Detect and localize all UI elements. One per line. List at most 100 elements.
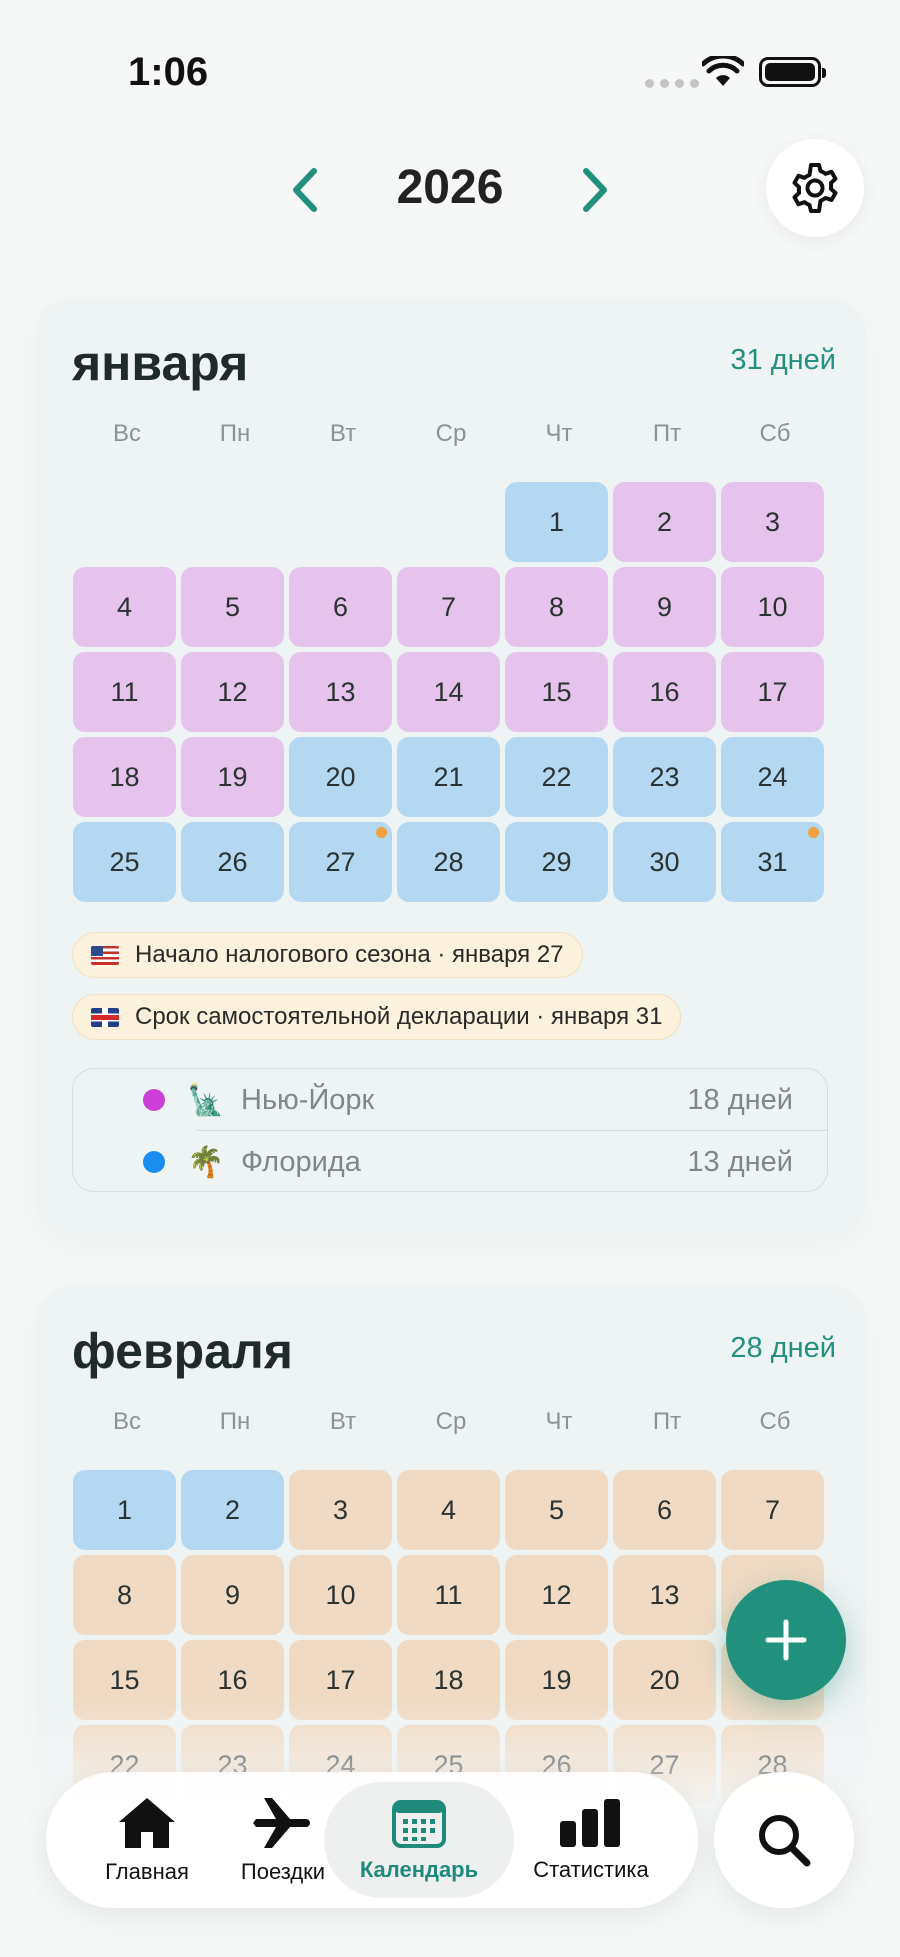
weekday-label: Чт [545,1408,573,1435]
uk-flag-icon [91,1007,119,1027]
weekday-label: Пт [652,420,682,447]
calendar-day[interactable]: 6 [613,1470,716,1550]
day-number: 3 [764,506,781,537]
day-number: 16 [217,1664,248,1695]
day-number: 9 [656,591,673,622]
tab-label: Статистика [533,1857,649,1882]
day-number: 7 [440,591,457,622]
calendar-day[interactable]: 1 [505,482,608,562]
search-button[interactable] [714,1772,854,1908]
calendar-day[interactable]: 3 [721,482,824,562]
calendar-day[interactable]: 7 [721,1470,824,1550]
day-number: 27 [325,846,356,877]
search-icon [759,1815,811,1867]
calendar-day[interactable]: 10 [289,1555,392,1635]
location-color-dot [143,1151,165,1173]
previous-year-button[interactable] [280,164,330,216]
add-trip-button[interactable] [726,1580,846,1700]
calendar-day[interactable]: 12 [181,652,284,732]
calendar-day[interactable]: 16 [613,652,716,732]
year-label: 2026 [396,161,504,214]
day-number: 11 [110,676,139,707]
event-text: Срок самостоятельной декларации · января… [135,1003,663,1030]
day-number: 15 [109,1664,140,1695]
calendar-day[interactable]: 19 [181,737,284,817]
calendar-day[interactable]: 8 [505,567,608,647]
chevron-left-icon [293,168,317,212]
calendar-day[interactable]: 9 [613,567,716,647]
calendar-day[interactable]: 9 [181,1555,284,1635]
day-number: 4 [116,591,133,622]
home-icon [119,1798,175,1848]
day-number: 1 [116,1494,133,1525]
calendar-day[interactable]: 2 [613,482,716,562]
event-chip[interactable]: Срок самостоятельной декларации · января… [72,994,682,1040]
calendar-day[interactable]: 5 [181,567,284,647]
calendar-day[interactable]: 20 [289,737,392,817]
day-number: 10 [757,591,788,622]
status-bar: 1:06 [0,0,900,140]
summary-row-new-york[interactable]: 🗽 Нью-Йорк 18 дней [73,1069,827,1131]
day-number: 17 [325,1664,356,1695]
calendar-day[interactable]: 27 [289,822,392,902]
calendar-day[interactable]: 12 [505,1555,608,1635]
calendar-day[interactable]: 14 [397,652,500,732]
event-text: Начало налогового сезона · января 27 [135,941,564,968]
day-number: 12 [541,1579,572,1610]
calendar-icon [392,1800,446,1848]
day-number: 6 [332,591,349,622]
calendar-day[interactable]: 1 [73,1470,176,1550]
calendar-day[interactable]: 15 [505,652,608,732]
calendar-day[interactable]: 17 [721,652,824,732]
calendar-day[interactable]: 25 [73,822,176,902]
tab-calendar[interactable]: Календарь [324,1782,514,1898]
calendar-day[interactable]: 30 [613,822,716,902]
tab-statistics[interactable]: Статистика [516,1772,666,1908]
calendar-day[interactable]: 11 [73,652,176,732]
calendar-day[interactable]: 4 [73,567,176,647]
bar-chart-icon [560,1799,620,1847]
summary-row-florida[interactable]: 🌴 Флорида 13 дней [73,1131,827,1193]
calendar-day[interactable]: 22 [505,737,608,817]
calendar-day[interactable]: 2 [181,1470,284,1550]
calendar-day[interactable]: 23 [613,737,716,817]
day-number: 18 [109,761,140,792]
calendar-day[interactable]: 18 [73,737,176,817]
weekday-label: Ср [435,420,467,447]
event-chip[interactable]: Начало налогового сезона · января 27 [72,932,583,978]
month-card-january: января 31 дней Вс Пн Вт Ср Чт Пт Сб 1234… [36,298,866,1238]
day-number: 15 [541,676,572,707]
day-number: 5 [548,1494,565,1525]
calendar-day[interactable]: 4 [397,1470,500,1550]
palm-tree-icon: 🌴 [187,1145,225,1179]
day-number: 9 [224,1579,241,1610]
calendar-day[interactable]: 28 [397,822,500,902]
day-number: 17 [757,676,788,707]
calendar-day[interactable]: 24 [721,737,824,817]
calendar-day[interactable]: 8 [73,1555,176,1635]
day-number: 8 [116,1579,133,1610]
calendar-day[interactable]: 13 [289,652,392,732]
tab-home[interactable]: Главная [82,1772,212,1908]
calendar-day[interactable]: 11 [397,1555,500,1635]
calendar-day[interactable]: 13 [613,1555,716,1635]
weekday-label: Вт [329,1408,357,1435]
settings-button[interactable] [766,139,864,237]
weekday-label: Пт [652,1408,682,1435]
weekday-label: Чт [545,420,573,447]
calendar-day[interactable]: 26 [181,822,284,902]
calendar-day[interactable]: 29 [505,822,608,902]
tab-bar: Главная Поездки Календарь Статистика [46,1772,698,1908]
calendar-day[interactable]: 21 [397,737,500,817]
calendar-day[interactable]: 5 [505,1470,608,1550]
next-year-button[interactable] [570,164,620,216]
calendar-day[interactable]: 31 [721,822,824,902]
weekday-header: Вс Пн Вт Ср Чт Пт Сб [73,420,829,448]
calendar-day[interactable]: 10 [721,567,824,647]
calendar-day[interactable]: 7 [397,567,500,647]
day-number: 21 [433,761,464,792]
gear-icon [792,163,838,213]
calendar-day[interactable]: 3 [289,1470,392,1550]
calendar-day[interactable]: 6 [289,567,392,647]
weekday-label: Пн [219,420,251,447]
